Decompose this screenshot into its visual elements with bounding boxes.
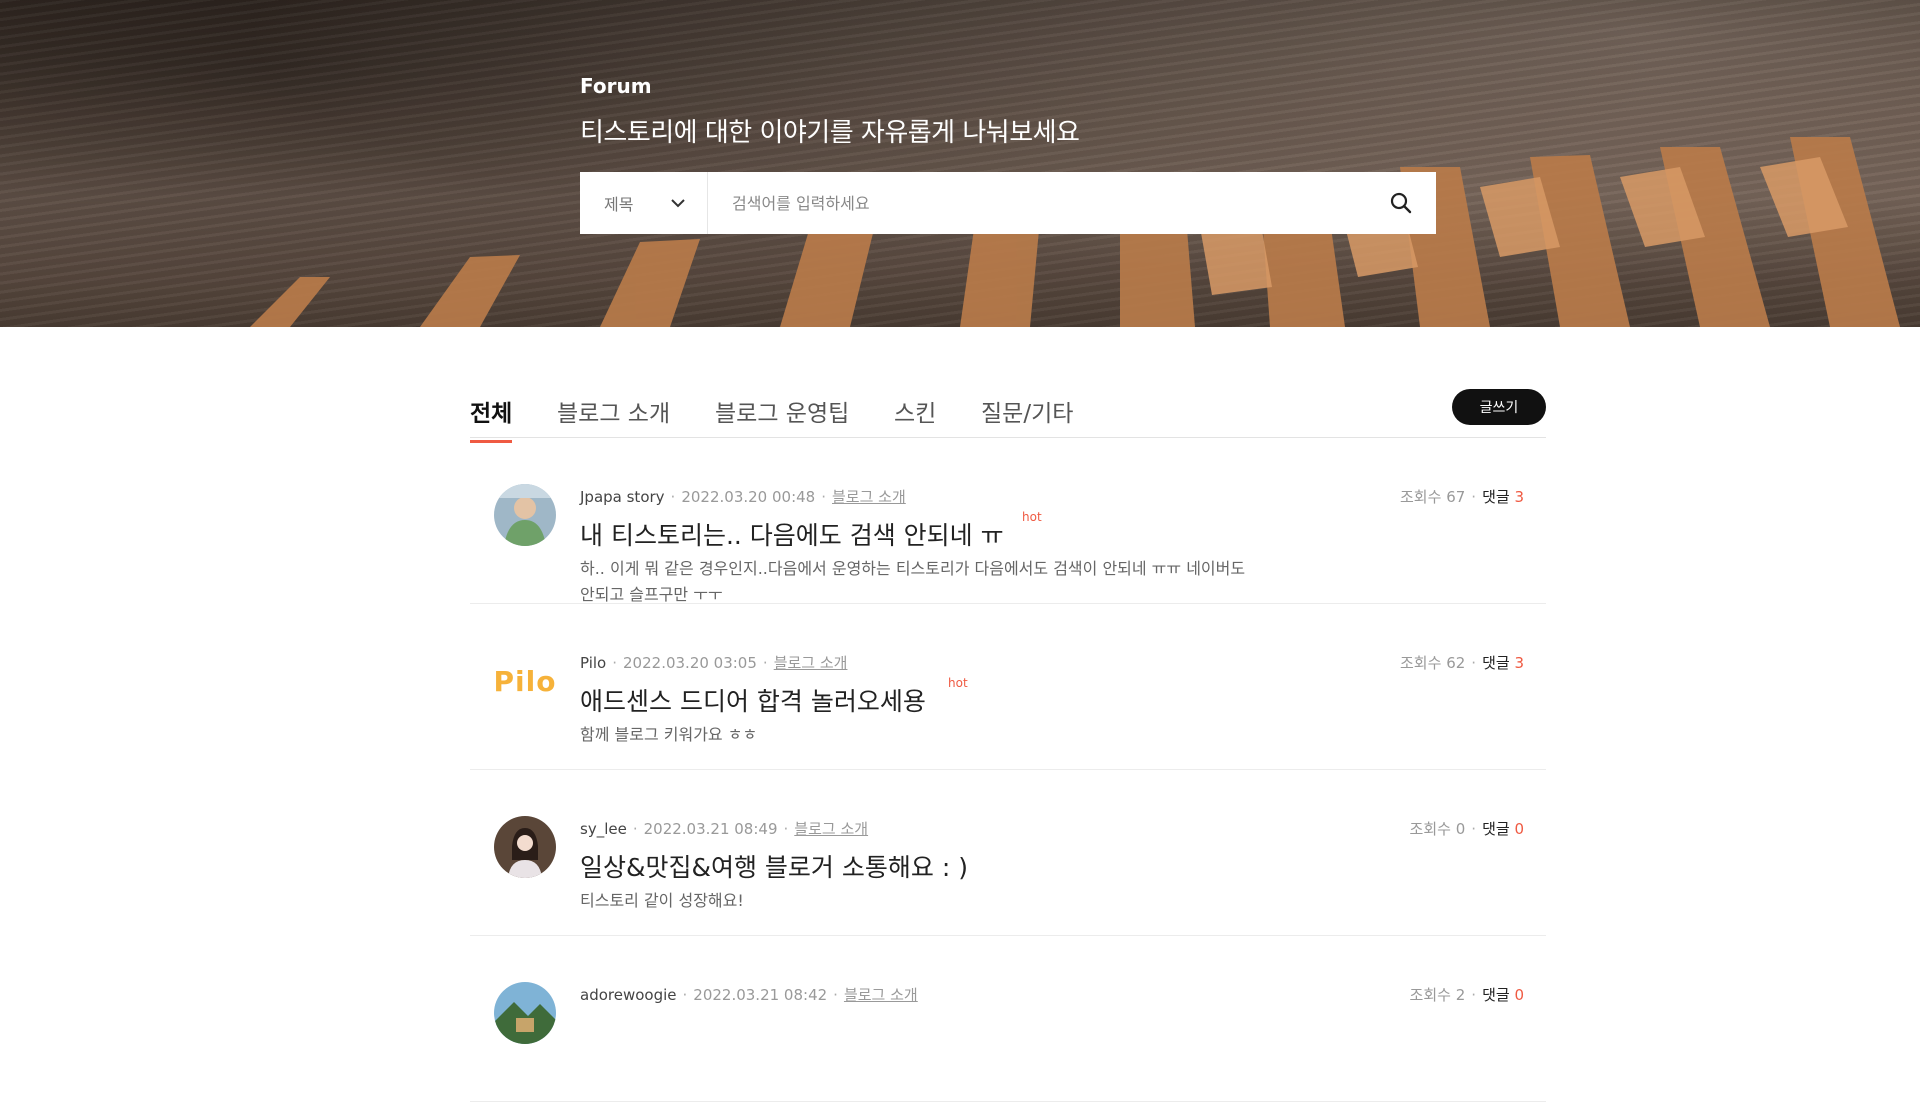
- search-input[interactable]: [708, 172, 1366, 234]
- comments-label: 댓글: [1482, 986, 1510, 1004]
- post-date: 2022.03.21 08:49: [643, 820, 778, 838]
- comments-label: 댓글: [1482, 654, 1510, 672]
- post-stats: 조회수 0 · 댓글 0: [1409, 820, 1524, 838]
- post-stats: 조회수 67 · 댓글 3: [1400, 488, 1524, 506]
- views-count: 67: [1446, 488, 1466, 506]
- post-excerpt: 티스토리 같이 성장해요!: [580, 891, 744, 910]
- list-item[interactable]: Jpapa story · 2022.03.20 00:48 · 블로그 소개 내 티스…: [470, 438, 1546, 604]
- tab-skin[interactable]: 스킨: [894, 394, 936, 442]
- avatar-logo-text: Pilo: [494, 664, 556, 698]
- views-label: 조회수: [1409, 820, 1451, 838]
- post-title-text: 일상&맛집&여행 블로거 소통해요 : ): [580, 853, 968, 882]
- post-date: 2022.03.20 03:05: [623, 654, 757, 672]
- comments-count: 3: [1514, 654, 1524, 672]
- avatar[interactable]: [494, 484, 556, 546]
- views-count: 2: [1455, 986, 1466, 1004]
- post-title[interactable]: 내 티스토리는.. 다음에도 검색 안되네 ㅠ hot: [580, 510, 1042, 552]
- post-meta: Jpapa story · 2022.03.20 00:48 · 블로그 소개: [580, 488, 906, 506]
- category-tabs: 전체 블로그 소개 블로그 운영팁 스킨 질문/기타 글쓰기: [470, 378, 1546, 443]
- post-author[interactable]: sy_lee: [580, 820, 627, 838]
- hot-badge: hot: [1022, 510, 1042, 524]
- chevron-down-icon: [671, 198, 685, 207]
- search-button[interactable]: [1366, 172, 1436, 234]
- comments-label: 댓글: [1482, 488, 1510, 506]
- search-field-select-value: 제목: [604, 195, 634, 214]
- tab-blog-intro[interactable]: 블로그 소개: [557, 394, 670, 442]
- post-excerpt: 하.. 이게 뭐 같은 경우인지..다음에서 운영하는 티스토리가 다음에서도 …: [580, 559, 1246, 604]
- list-item[interactable]: sy_lee · 2022.03.21 08:49 · 블로그 소개 일상&맛집&여행 …: [470, 770, 1546, 936]
- views-count: 62: [1446, 654, 1466, 672]
- forum-label: Forum: [580, 74, 652, 98]
- search-bar: 제목: [580, 172, 1436, 234]
- comments-label: 댓글: [1482, 820, 1510, 838]
- tab-blog-tips[interactable]: 블로그 운영팁: [715, 394, 849, 442]
- post-title-text: 내 티스토리는.. 다음에도 검색 안되네 ㅠ: [580, 521, 1004, 550]
- post-meta: adorewoogie · 2022.03.21 08:42 · 블로그 소개: [580, 986, 918, 1004]
- avatar[interactable]: [494, 982, 556, 1044]
- post-title-text: 애드센스 드디어 합격 놀러오세용: [580, 687, 926, 716]
- post-author[interactable]: Pilo: [580, 654, 606, 672]
- hero-content: Forum 티스토리에 대한 이야기를 자유롭게 나눠보세요: [580, 74, 1436, 149]
- comments-count: 0: [1514, 820, 1524, 838]
- avatar[interactable]: [494, 816, 556, 878]
- tab-question-etc[interactable]: 질문/기타: [981, 394, 1073, 442]
- list-item[interactable]: adorewoogie · 2022.03.21 08:42 · 블로그 소개 조회수 …: [470, 936, 1546, 1102]
- post-category-link[interactable]: 블로그 소개: [774, 654, 848, 672]
- views-label: 조회수: [1409, 986, 1451, 1004]
- comments-count: 0: [1514, 986, 1524, 1004]
- list-item[interactable]: Pilo Pilo · 2022.03.20 03:05 · 블로그 소개 애드센스 드…: [470, 604, 1546, 770]
- post-list: Jpapa story · 2022.03.20 00:48 · 블로그 소개 내 티스…: [470, 438, 1546, 1102]
- post-meta: Pilo · 2022.03.20 03:05 · 블로그 소개: [580, 654, 848, 672]
- post-category-link[interactable]: 블로그 소개: [832, 488, 906, 506]
- tab-all[interactable]: 전체: [470, 394, 513, 443]
- post-stats: 조회수 2 · 댓글 0: [1409, 986, 1524, 1004]
- comments-count: 3: [1514, 488, 1524, 506]
- views-label: 조회수: [1400, 488, 1442, 506]
- post-stats: 조회수 62 · 댓글 3: [1400, 654, 1524, 672]
- search-icon: [1390, 192, 1412, 214]
- search-field-select[interactable]: 제목: [580, 172, 708, 234]
- hot-badge: hot: [948, 676, 968, 690]
- views-label: 조회수: [1400, 654, 1442, 672]
- avatar[interactable]: Pilo: [494, 650, 556, 712]
- post-title[interactable]: 일상&맛집&여행 블로거 소통해요 : ): [580, 848, 968, 884]
- post-category-link[interactable]: 블로그 소개: [794, 820, 868, 838]
- views-count: 0: [1455, 820, 1466, 838]
- post-author[interactable]: adorewoogie: [580, 986, 677, 1004]
- write-button[interactable]: 글쓰기: [1452, 389, 1546, 425]
- post-category-link[interactable]: 블로그 소개: [844, 986, 918, 1004]
- post-author[interactable]: Jpapa story: [580, 488, 665, 506]
- post-title[interactable]: 애드센스 드디어 합격 놀러오세용 hot: [580, 676, 968, 718]
- hero-title: 티스토리에 대한 이야기를 자유롭게 나눠보세요: [580, 118, 1080, 148]
- post-meta: sy_lee · 2022.03.21 08:49 · 블로그 소개: [580, 820, 869, 838]
- post-date: 2022.03.21 08:42: [693, 986, 828, 1004]
- post-excerpt: 함께 블로그 키워가요 ㅎㅎ: [580, 725, 758, 744]
- post-date: 2022.03.20 00:48: [681, 488, 816, 506]
- hero-banner: Forum 티스토리에 대한 이야기를 자유롭게 나눠보세요 제목: [0, 0, 1920, 327]
